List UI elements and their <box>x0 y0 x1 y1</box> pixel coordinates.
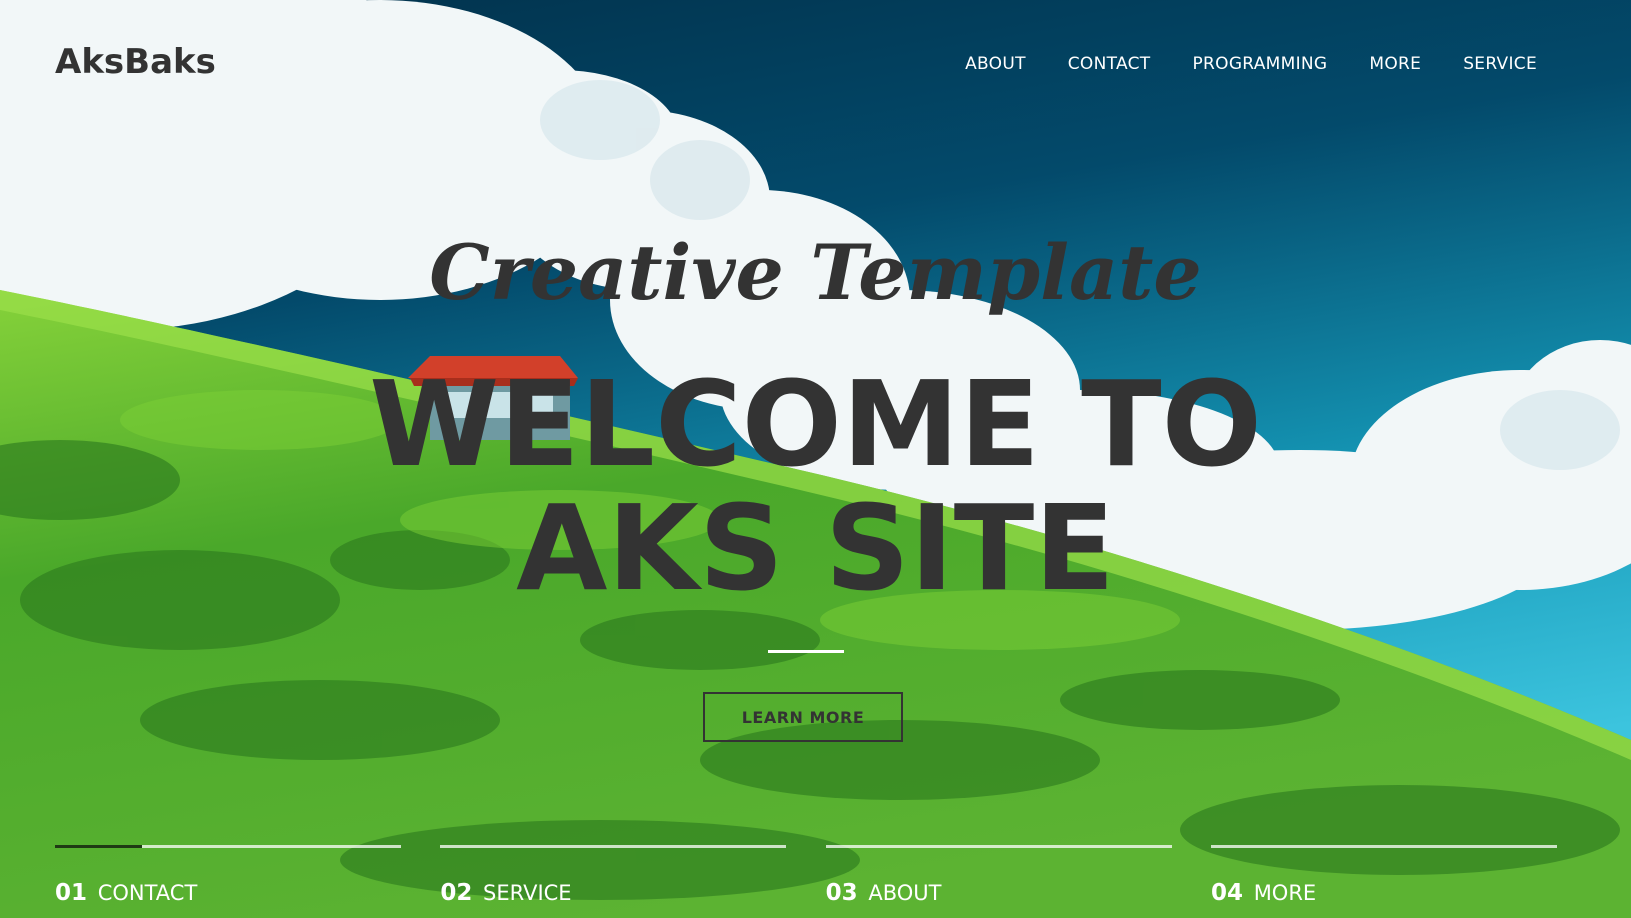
slide-indicators: 01 CONTACT 02 SERVICE 03 ABOUT 04 MORE <box>55 845 1557 906</box>
slide-indicator-contact[interactable]: 01 CONTACT <box>55 845 401 906</box>
slide-number: 01 <box>55 880 88 906</box>
brand-logo[interactable]: AksBaks <box>55 42 216 82</box>
slide-label: 03 ABOUT <box>826 880 1172 906</box>
slide-indicator-more[interactable]: 04 MORE <box>1210 845 1557 906</box>
slide-indicator-about[interactable]: 03 ABOUT <box>825 845 1172 906</box>
slide-indicator-service[interactable]: 02 SERVICE <box>440 845 787 906</box>
nav-item-contact[interactable]: CONTACT <box>1068 54 1151 74</box>
nav-item-about[interactable]: ABOUT <box>965 54 1026 74</box>
learn-more-button[interactable]: LEARN MORE <box>703 692 903 742</box>
slide-label: 04 MORE <box>1211 880 1557 906</box>
slide-number: 04 <box>1210 880 1243 906</box>
slide-progress-track <box>55 845 401 848</box>
nav-item-more[interactable]: MORE <box>1369 54 1421 74</box>
hero-headline-line-1: WELCOME TO <box>369 355 1262 493</box>
slide-title: CONTACT <box>97 881 198 905</box>
hero-divider <box>768 650 844 653</box>
slide-number: 03 <box>825 880 858 906</box>
slide-progress-track <box>825 845 1172 848</box>
slide-number: 02 <box>440 880 473 906</box>
nav-item-programming[interactable]: PROGRAMMING <box>1192 54 1327 74</box>
hero-headline-line-2: AKS SITE <box>516 479 1115 617</box>
slide-label: 01 CONTACT <box>55 880 401 906</box>
slide-title: ABOUT <box>868 881 942 905</box>
nav-item-service[interactable]: SERVICE <box>1463 54 1537 74</box>
slide-label: 02 SERVICE <box>440 880 786 906</box>
main-nav: ABOUT CONTACT PROGRAMMING MORE SERVICE <box>965 54 1537 74</box>
slide-title: SERVICE <box>483 881 572 905</box>
hero-headline: WELCOME TO AKS SITE <box>0 362 1631 610</box>
slide-progress-track <box>1210 845 1557 848</box>
slide-progress-track <box>440 845 787 848</box>
slide-title: MORE <box>1253 881 1317 905</box>
slide-progress-fill <box>55 845 142 848</box>
hero-tagline: Creative Template <box>429 228 1202 317</box>
